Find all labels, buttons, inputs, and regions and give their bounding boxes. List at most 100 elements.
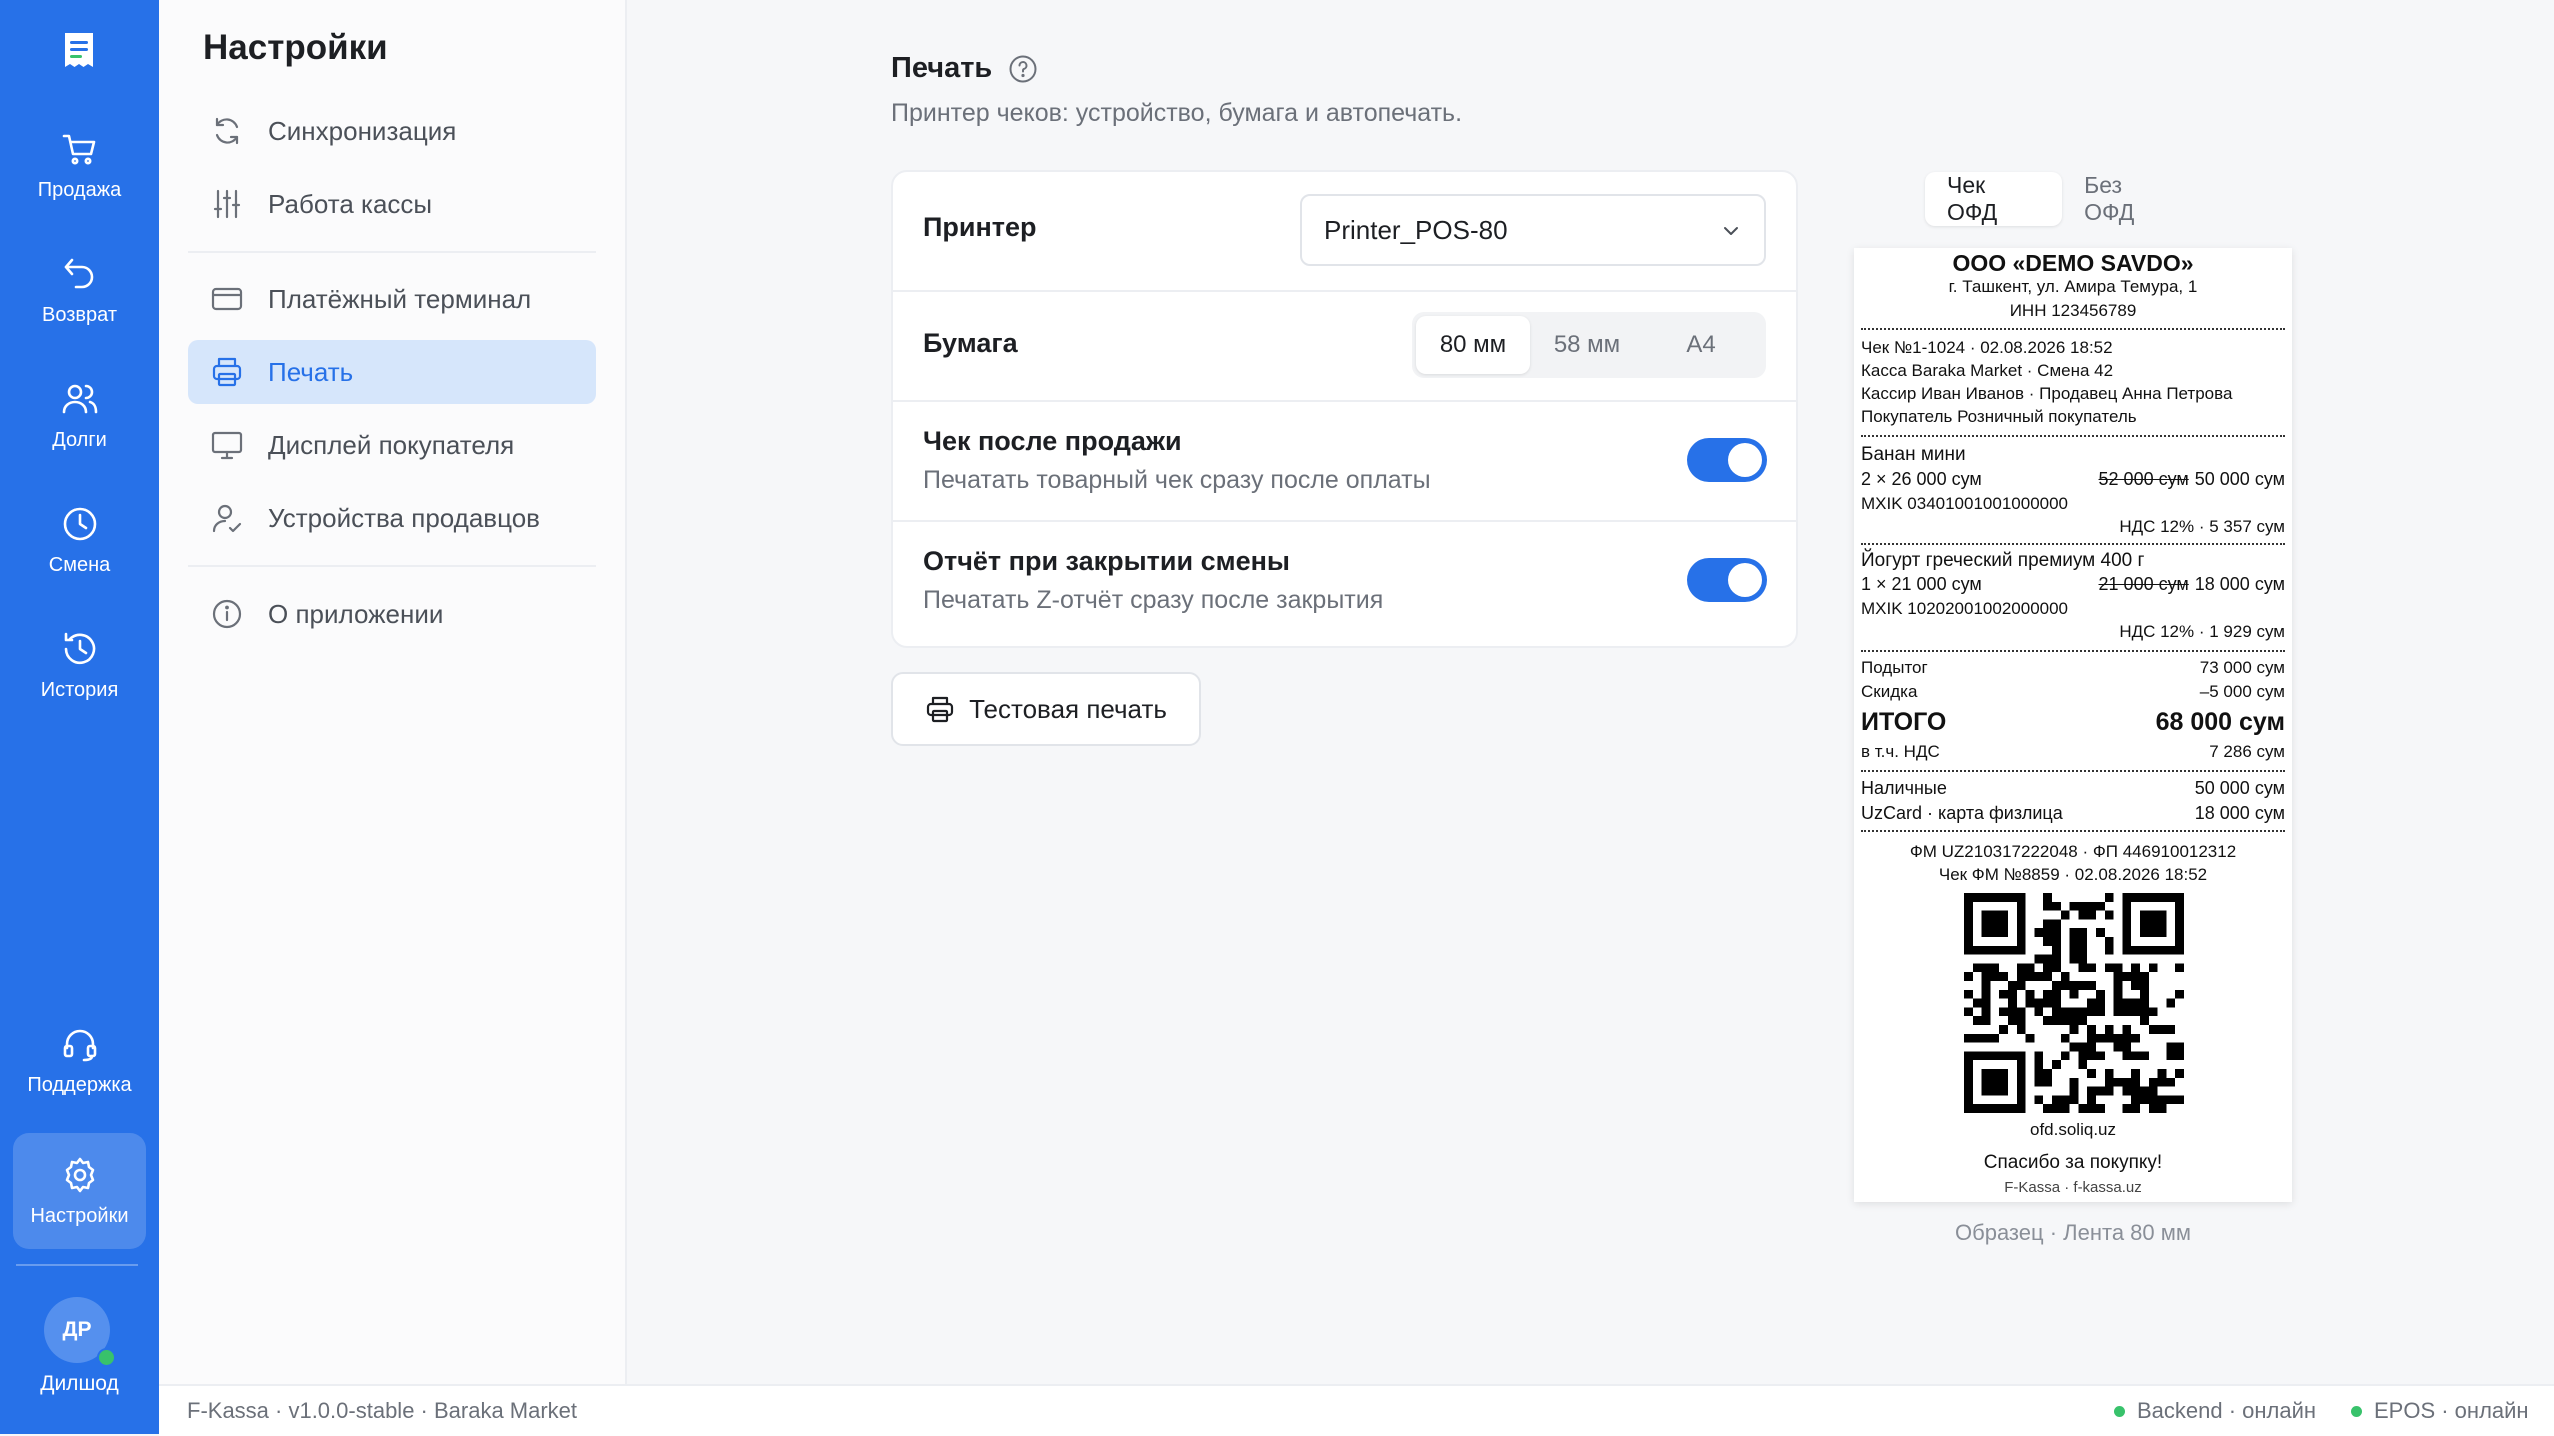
app-logo-icon[interactable] xyxy=(56,28,102,74)
rail-item-debts[interactable]: Долги xyxy=(13,360,146,470)
tab-ofd[interactable]: Чек ОФД xyxy=(1925,172,2063,226)
receipt-item-mxik: MXIK 10202001002000000 xyxy=(1861,599,2069,618)
sidebar-item-label: Дисплей покупателя xyxy=(268,429,515,460)
paper-option-80mm[interactable]: 80 мм xyxy=(1416,316,1530,374)
receipt-item-qty: 2 × 26 000 сум xyxy=(1861,469,1982,489)
cash-label: Наличные xyxy=(1861,778,1947,798)
printer-row: Принтер Printer_POS-80 xyxy=(893,172,1796,292)
receipt-item-price-row: 2 × 26 000 сум 52 000 сум 50 000 сум xyxy=(1861,469,2285,490)
receipt-after-sale-toggle[interactable] xyxy=(1687,438,1767,482)
discount-label: Скидка xyxy=(1861,682,1918,701)
rail-item-settings[interactable]: Настройки xyxy=(13,1133,146,1249)
gear-icon xyxy=(65,1157,94,1192)
receipt-after-sale-row: Чек после продажи Печатать товарный чек … xyxy=(893,400,1796,522)
receipt-preview: ООО «DEMO SAVDO» г. Ташкент, ул. Амира Т… xyxy=(1854,248,2292,1202)
sidebar-item-about[interactable]: О приложении xyxy=(188,582,596,646)
receipt-vat-row: в т.ч. НДС 7 286 сум xyxy=(1861,742,2285,762)
receipt-footer: F-Kassa · f-kassa.uz xyxy=(2004,1179,2142,1196)
sidebar-title: Настройки xyxy=(203,28,388,67)
receipt-subtotal-row: Подытог 73 000 сум xyxy=(1861,658,2285,678)
print-settings-card: Принтер Printer_POS-80 Бумага 80 мм 58 м… xyxy=(891,170,1798,648)
z-report-row: Отчёт при закрытии смены Печатать Z-отчё… xyxy=(893,520,1796,646)
receipt-check-line: Чек №1-1024 · 02.08.2026 18:52 xyxy=(1861,338,2113,357)
users-icon xyxy=(62,384,97,413)
rail-label: Долги xyxy=(52,428,107,451)
total-value: 68 000 сум xyxy=(2155,708,2285,736)
rail-item-support[interactable]: Поддержка xyxy=(13,1005,146,1115)
sidebar-item-terminal[interactable]: Платёжный терминал xyxy=(188,267,596,331)
backend-status: Backend · онлайн xyxy=(2114,1398,2316,1424)
paper-option-a4[interactable]: A4 xyxy=(1644,316,1758,374)
rail-item-return[interactable]: Возврат xyxy=(13,235,146,345)
clock-icon xyxy=(63,507,96,540)
paper-row: Бумага 80 мм 58 мм A4 xyxy=(893,290,1796,402)
help-icon[interactable] xyxy=(1008,54,1038,84)
tab-no-ofd[interactable]: Без ОФД xyxy=(2062,172,2199,226)
monitor-icon xyxy=(211,431,243,460)
discount-value: –5 000 сум xyxy=(2199,682,2285,701)
receipt-item-vat: НДС 12% · 1 929 сум xyxy=(2119,622,2285,641)
user-name: Дилшод xyxy=(40,1372,119,1395)
chevron-down-icon xyxy=(1724,227,1738,235)
receipt-divider xyxy=(1861,770,2285,772)
headset-icon xyxy=(63,1029,96,1061)
sidebar-item-sync[interactable]: Синхронизация xyxy=(188,99,596,163)
rail-label: Смена xyxy=(48,553,111,576)
rail-label: Возврат xyxy=(42,303,117,326)
card-label: UzCard · карта физлица xyxy=(1861,803,2063,823)
receipt-register-line: Касса Baraka Market · Смена 42 xyxy=(1861,361,2114,380)
settings-sidebar: Настройки Синхронизация Работа кассы Пла… xyxy=(159,0,627,1384)
receipt-tabs: Чек ОФД Без ОФД xyxy=(1925,172,2199,230)
receipt-discount-row: Скидка –5 000 сум xyxy=(1861,682,2285,702)
receipt-divider xyxy=(1861,435,2285,437)
receipt-item-total: 50 000 сум xyxy=(2194,469,2285,489)
receipt-buyer-line: Покупатель Розничный покупатель xyxy=(1861,407,2137,426)
test-print-label: Тестовая печать xyxy=(969,693,1167,724)
receipt-item-total: 18 000 сум xyxy=(2194,574,2285,594)
sliders-icon xyxy=(213,189,241,219)
rail-item-shift[interactable]: Смена xyxy=(13,485,146,595)
status-dot xyxy=(2114,1405,2125,1417)
cart-icon xyxy=(62,134,95,164)
receipt-divider xyxy=(1861,543,2285,545)
epos-status: EPOS · онлайн xyxy=(2351,1398,2529,1424)
total-label: ИТОГО xyxy=(1861,708,1947,736)
receipt-item-old-price: 21 000 сум xyxy=(2098,574,2189,594)
receipt-item-vat-row: НДС 12% · 5 357 сум xyxy=(1861,517,2285,537)
receipt-after-sale-label: Чек после продажи xyxy=(923,426,1182,456)
epos-status-label: EPOS · онлайн xyxy=(2374,1398,2529,1423)
z-report-toggle[interactable] xyxy=(1687,558,1767,602)
sidebar-item-label: О приложении xyxy=(268,598,444,629)
printer-select[interactable]: Printer_POS-80 xyxy=(1300,194,1766,266)
rail-label: Настройки xyxy=(30,1204,129,1227)
subtotal-value: 73 000 сум xyxy=(2199,658,2285,677)
paper-option-58mm[interactable]: 58 мм xyxy=(1530,316,1644,374)
rail-item-history[interactable]: История xyxy=(13,610,146,720)
receipt-item-name: Банан мини xyxy=(1861,444,1966,465)
sidebar-item-seller-devices[interactable]: Устройства продавцов xyxy=(188,486,596,550)
receipt-thanks: Спасибо за покупку! xyxy=(1983,1152,2163,1173)
qr-code xyxy=(1964,893,2184,1113)
sync-icon xyxy=(215,117,239,145)
app-rail: Продажа Возврат Долги Смена История Подд… xyxy=(0,0,159,1434)
sidebar-item-print[interactable]: Печать xyxy=(188,340,596,404)
rail-label: Продажа xyxy=(37,178,122,201)
sidebar-item-customer-display[interactable]: Дисплей покупателя xyxy=(188,413,596,477)
subtotal-label: Подытог xyxy=(1861,658,1928,677)
receipt-address: г. Ташкент, ул. Амира Темура, 1 xyxy=(1948,277,2198,296)
undo-icon xyxy=(64,258,93,288)
receipt-after-sale-desc: Печатать товарный чек сразу после оплаты xyxy=(923,466,1431,494)
sidebar-item-label: Устройства продавцов xyxy=(268,502,540,533)
receipt-inn: ИНН 123456789 xyxy=(2009,301,2137,320)
card-value: 18 000 сум xyxy=(2194,803,2285,823)
test-print-button[interactable]: Тестовая печать xyxy=(891,672,1201,746)
cash-value: 50 000 сум xyxy=(2194,778,2285,798)
rail-divider xyxy=(16,1264,138,1266)
receipt-item-mxik: MXIK 03401001001000000 xyxy=(1861,494,2069,513)
sidebar-item-register[interactable]: Работа кассы xyxy=(188,172,596,236)
rail-item-sale[interactable]: Продажа xyxy=(13,110,146,220)
receipt-item-vat: НДС 12% · 5 357 сум xyxy=(2119,517,2285,536)
receipt-divider xyxy=(1861,328,2285,330)
printer-label: Принтер xyxy=(923,212,1037,242)
user-device-icon xyxy=(212,504,242,533)
